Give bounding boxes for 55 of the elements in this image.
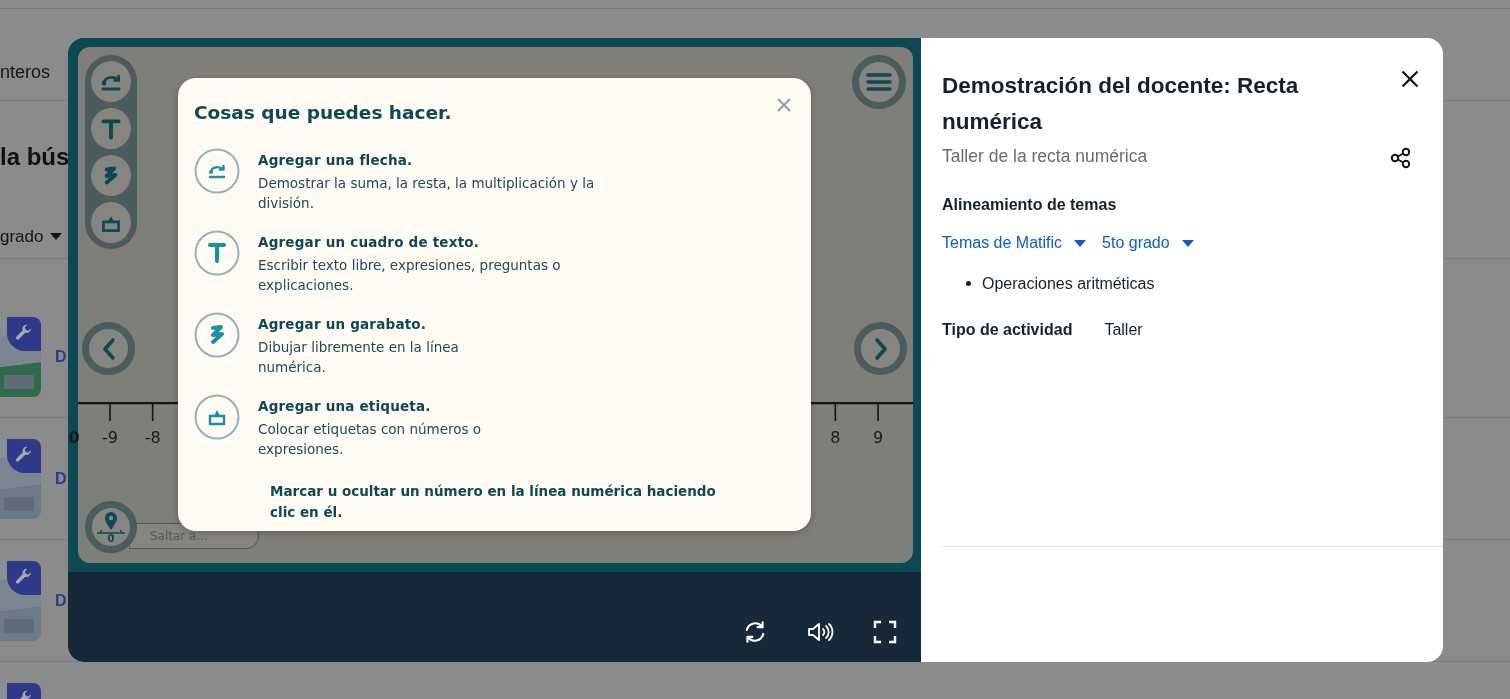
activity-title: Demostración del docente: Recta numérica — [942, 72, 1300, 136]
activity-link[interactable]: D — [55, 591, 67, 610]
topic-item: Operaciones aritméticas — [982, 274, 1155, 293]
marker-value: 0 — [107, 534, 115, 544]
close-icon — [1401, 70, 1419, 88]
scribble-icon — [194, 312, 240, 358]
chevron-right-icon — [872, 336, 889, 361]
section-heading: Alineamiento de temas — [942, 196, 1118, 214]
tick-label: 8 — [829, 428, 842, 447]
menu-icon — [866, 72, 892, 92]
help-note: Marcar u ocultar un número en la línea numérica haciendo clic en él. — [270, 482, 717, 522]
activity-link[interactable]: D — [55, 347, 67, 366]
close-icon — [777, 98, 791, 112]
feature-description: Dibujar libremente en la línea numérica. — [258, 338, 460, 377]
page-heading: la bús — [0, 143, 70, 171]
menu-button[interactable] — [852, 55, 906, 109]
text-tool-button[interactable] — [91, 108, 131, 149]
next-button[interactable] — [854, 322, 907, 375]
share-button[interactable] — [1390, 147, 1412, 169]
scribble-tool-button[interactable] — [91, 155, 131, 196]
caret-icon — [50, 233, 63, 240]
field-label: Tipo de actividad — [942, 321, 1073, 339]
close-button[interactable] — [1401, 70, 1419, 88]
popup-title: Cosas que puedes hacer. — [194, 102, 453, 123]
letter-t-icon — [194, 230, 240, 276]
bullet-dot — [966, 281, 971, 286]
feature-title: Agregar una flecha. — [258, 151, 414, 170]
dropdown[interactable]: 5to grado — [1102, 234, 1194, 252]
feature-title: Agregar un garabato. — [258, 315, 428, 334]
activity-subtitle: Taller de la recta numérica — [942, 145, 1148, 167]
caret-icon — [1181, 239, 1194, 247]
dropdown[interactable]: Temas de Matific — [942, 234, 1087, 252]
feature-description: Colocar etiquetas con números o expresiones. — [258, 420, 483, 459]
caret-icon — [1074, 239, 1087, 247]
feature-description: Demostrar la suma, la resta, la multiplicación y la división. — [258, 174, 596, 213]
previous-button[interactable] — [82, 322, 135, 375]
jump-marker-button[interactable]: 0 — [85, 501, 137, 553]
feature-title: Agregar un cuadro de texto. — [258, 233, 481, 252]
field-value: Taller — [1104, 321, 1143, 339]
tag-icon — [194, 394, 240, 440]
tick-label: -9 — [101, 428, 119, 447]
arrow-tool-button[interactable] — [91, 61, 131, 102]
chevron-left-icon — [100, 336, 117, 361]
share-icon — [1390, 147, 1412, 169]
feature-description: Escribir texto libre, expresiones, preguntas o explicaciones. — [258, 256, 562, 295]
location-pin-icon — [96, 510, 126, 534]
tick-label: 9 — [871, 428, 885, 447]
tick-label: -8 — [143, 428, 162, 447]
activity-link[interactable]: D — [55, 469, 67, 488]
label-tool-button[interactable] — [91, 202, 131, 243]
breadcrumb-text[interactable]: nteros — [0, 62, 51, 83]
feature-title: Agregar una etiqueta. — [258, 397, 432, 416]
speaker-icon — [806, 620, 834, 644]
grade-filter-dropdown[interactable]: grado — [0, 226, 63, 247]
fullscreen-icon — [873, 620, 897, 644]
